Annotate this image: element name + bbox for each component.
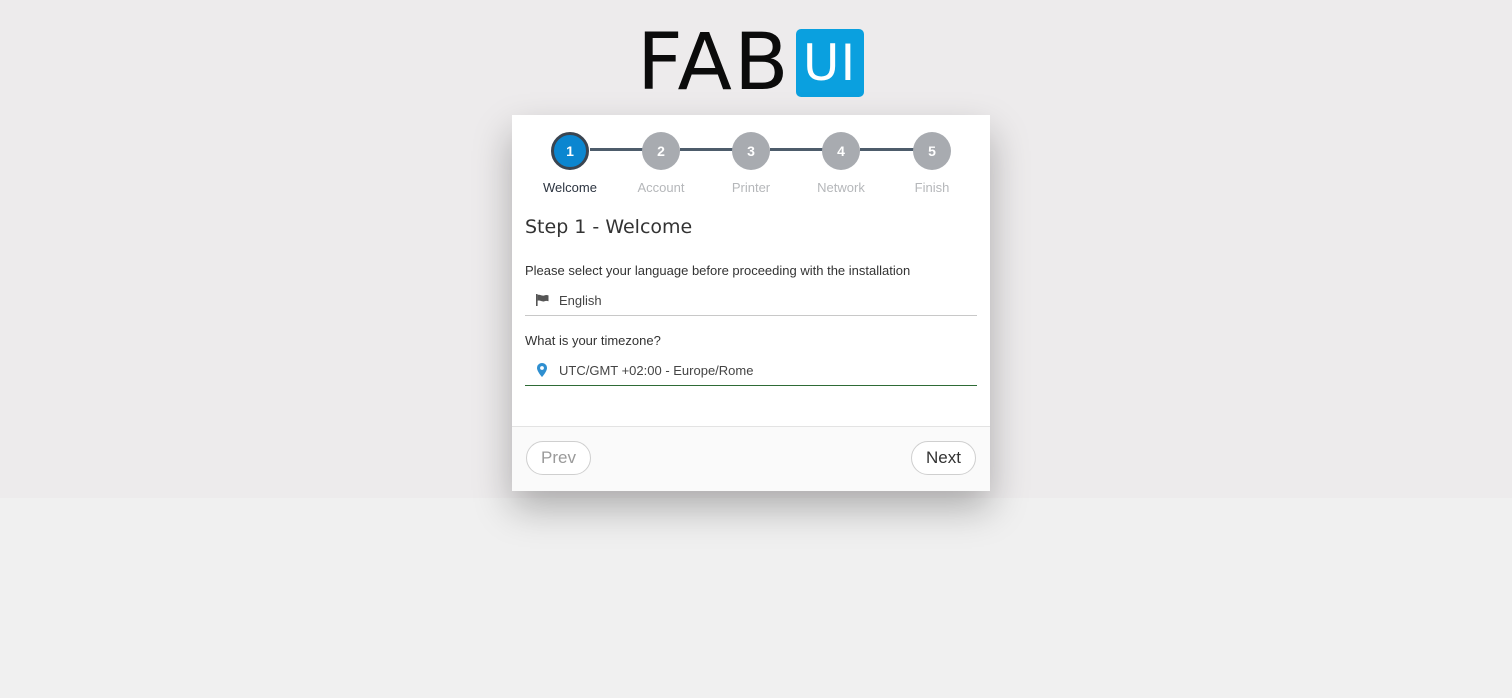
flag-icon	[525, 294, 559, 306]
language-select[interactable]: English	[525, 285, 977, 316]
step-label: Printer	[731, 180, 771, 195]
wizard-footer: Prev Next	[512, 426, 990, 491]
step-number: 5	[913, 132, 951, 170]
step-label: Welcome	[543, 180, 597, 195]
prev-button[interactable]: Prev	[526, 441, 591, 475]
step-label: Account	[637, 180, 685, 195]
timezone-select[interactable]: UTC/GMT +02:00 - Europe/Rome	[525, 355, 977, 386]
step-number: 2	[642, 132, 680, 170]
step-welcome[interactable]: 1 Welcome	[525, 132, 615, 195]
setup-wizard-card: 1 Welcome 2 Account 3 Printer 4 Network …	[512, 115, 990, 491]
next-button[interactable]: Next	[911, 441, 976, 475]
step-number: 1	[551, 132, 589, 170]
map-marker-icon	[525, 363, 559, 377]
logo-badge: UI	[795, 29, 864, 97]
timezone-label: What is your timezone?	[525, 333, 661, 348]
step-network[interactable]: 4 Network	[796, 132, 886, 195]
step-label: Network	[817, 180, 865, 195]
step-title: Step 1 - Welcome	[525, 216, 693, 238]
step-number: 3	[732, 132, 770, 170]
timezone-value: UTC/GMT +02:00 - Europe/Rome	[559, 362, 754, 378]
wizard-stepper: 1 Welcome 2 Account 3 Printer 4 Network …	[512, 115, 990, 215]
step-finish[interactable]: 5 Finish	[887, 132, 977, 195]
language-label: Please select your language before proce…	[525, 263, 911, 278]
step-number: 4	[822, 132, 860, 170]
step-account[interactable]: 2 Account	[616, 132, 706, 195]
logo-text: FAB	[637, 18, 791, 108]
fabui-logo: FAB UI	[637, 18, 864, 108]
language-value: English	[559, 292, 602, 308]
step-label: Finish	[914, 180, 950, 195]
step-printer[interactable]: 3 Printer	[706, 132, 796, 195]
